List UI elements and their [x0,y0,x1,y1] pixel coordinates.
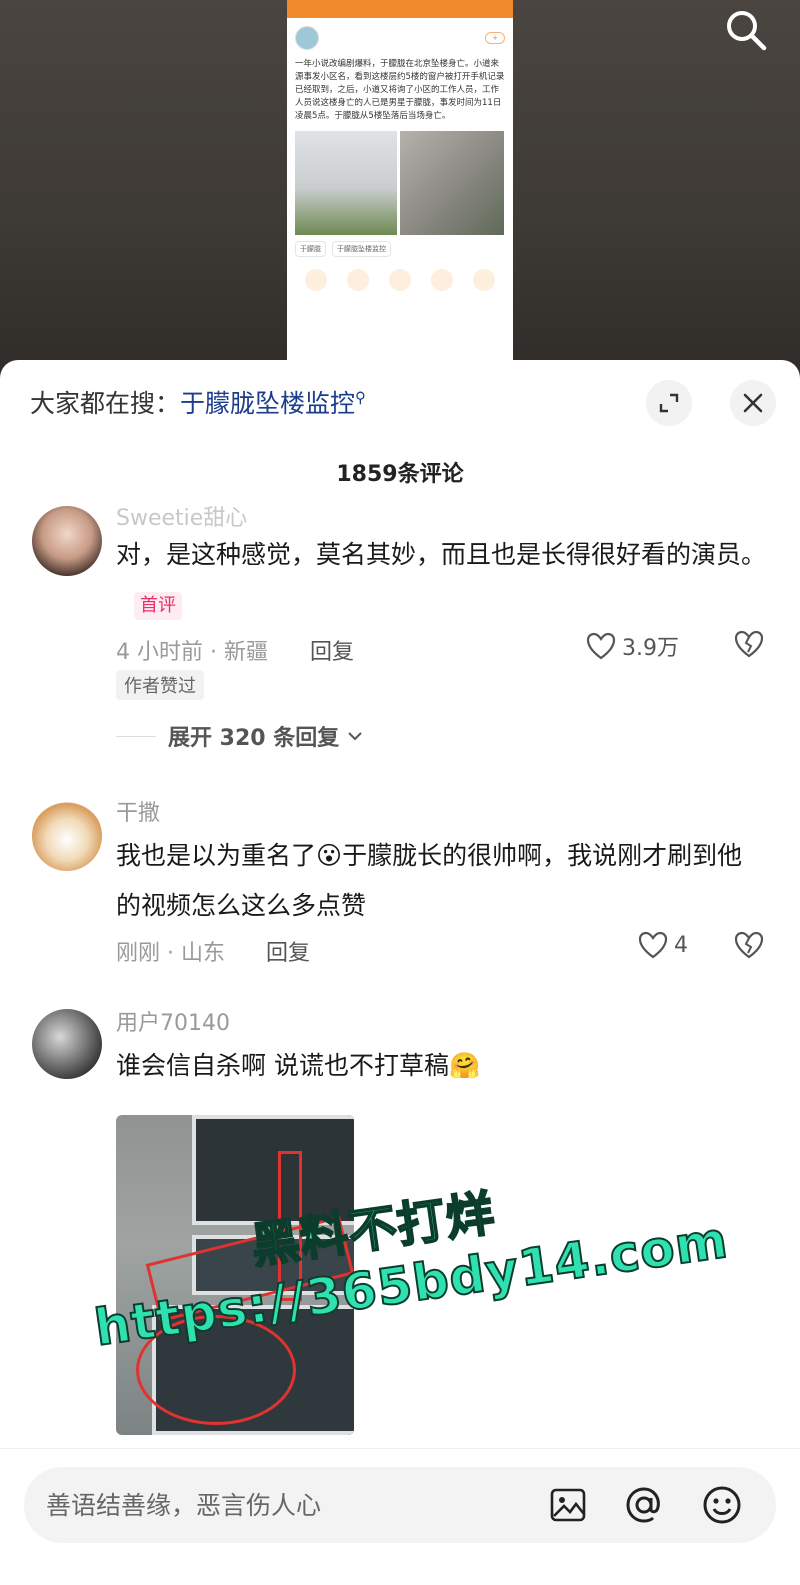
author-liked-badge: 作者赞过 [116,670,204,700]
comment-body: 对，是这种感觉，莫名其妙，而且也是长得很好看的演员。 [116,540,767,569]
share-icon [305,269,327,291]
expand-replies-button[interactable]: 展开 320 条回复 [116,720,365,752]
screenshot-tags: 于朦胧 于朦胧坠楼监控 [287,239,513,259]
comment-count: 1859条评论 [336,462,464,487]
screenshot-building-photo [295,131,397,235]
comment-text: 对，是这种感觉，莫名其妙，而且也是长得很好看的演员。首评 [116,530,766,630]
comment-item: Sweetie甜心 对，是这种感觉，莫名其妙，而且也是长得很好看的演员。首评 4… [0,500,800,752]
avatar[interactable] [32,801,102,871]
screenshot-share-row [287,259,513,301]
heart-icon [638,931,668,959]
dislike-button[interactable] [734,630,764,662]
hot-search-keyword[interactable]: 于朦胧坠楼监控 [180,389,355,418]
post-screenshot: + 一年小说改编剧爆料，于朦胧在北京坠楼身亡。小道来源事发小区名，看到这楼层约5… [287,0,513,380]
comment-username[interactable]: 用户70140 [116,1005,230,1037]
comment-input[interactable] [46,1487,506,1523]
comment-sheet: 大家都在搜：于朦胧坠楼监控⚲ 1859条评论 Sweetie甜心 对，是这种感觉… [0,360,800,1585]
comment-body: 谁会信自杀啊 说谎也不打草稿 [116,1051,449,1080]
comment-meta: 刚刚 · 山东 [116,941,225,966]
comment-input-box[interactable] [24,1467,776,1543]
comment-item: 干撒 我也是以为重名了😮于朦胧长的很帅啊，我说刚才刷到他的视频怎么这么多点赞 刚… [0,795,800,975]
hot-search-bar[interactable]: 大家都在搜：于朦胧坠楼监控⚲ [30,384,366,420]
comment-meta: 4 小时前 · 新疆 [116,640,268,665]
reply-button[interactable]: 回复 [310,634,354,666]
divider-line [116,735,156,737]
comment-username[interactable]: Sweetie甜心 [116,500,247,532]
comment-text: 我也是以为重名了😮于朦胧长的很帅啊，我说刚才刷到他的视频怎么这么多点赞 [116,831,766,931]
screenshot-avatar [295,26,319,50]
share-icon [431,269,453,291]
first-comment-badge: 首评 [134,592,182,620]
comment-username[interactable]: 干撒 [116,795,160,827]
screenshot-status-bar [287,0,513,18]
emoji: 😮 [316,841,343,870]
emoji-icon[interactable] [700,1483,744,1527]
screenshot-images [287,127,513,239]
chevron-down-icon [348,732,362,741]
search-icon[interactable] [722,6,770,54]
comment-body-part: 我也是以为重名了 [116,841,317,870]
avatar[interactable] [32,506,102,576]
close-icon [743,393,763,413]
broken-heart-icon [734,630,764,658]
like-count: 3.9万 [622,636,679,661]
share-icon [347,269,369,291]
reply-button[interactable]: 回复 [266,935,310,967]
screenshot-ground-photo [400,131,504,235]
expand-replies-label: 展开 320 条回复 [168,726,340,751]
comment-text: 谁会信自杀啊 说谎也不打草稿🤗 [116,1041,766,1091]
screenshot-tag: 于朦胧 [295,241,326,257]
search-small-icon: ⚲ [355,388,367,407]
sheet-header: 大家都在搜：于朦胧坠楼监控⚲ 1859条评论 [0,360,800,520]
like-count: 4 [674,932,688,958]
broken-heart-icon [734,931,764,959]
screenshot-post-header: + [287,18,513,54]
share-icon [389,269,411,291]
image-icon[interactable] [546,1483,590,1527]
close-button[interactable] [730,380,776,426]
screenshot-tag: 于朦胧坠楼监控 [332,241,391,257]
emoji: 🤗 [448,1051,481,1080]
screenshot-post-text: 一年小说改编剧爆料，于朦胧在北京坠楼身亡。小道来源事发小区名，看到这楼层约5楼的… [295,59,505,121]
hot-search-label: 大家都在搜： [30,389,181,418]
like-button[interactable]: 3.9万 [586,630,679,662]
at-icon[interactable] [622,1483,666,1527]
comment-input-bar [0,1448,800,1585]
share-icon [473,269,495,291]
expand-button[interactable] [646,380,692,426]
dislike-button[interactable] [734,931,764,963]
avatar[interactable] [32,1009,102,1079]
expand-icon [659,393,679,413]
screenshot-follow-button: + [485,32,505,44]
video-background: + 一年小说改编剧爆料，于朦胧在北京坠楼身亡。小道来源事发小区名，看到这楼层约5… [0,0,800,380]
like-button[interactable]: 4 [638,931,688,959]
heart-icon [586,632,616,660]
